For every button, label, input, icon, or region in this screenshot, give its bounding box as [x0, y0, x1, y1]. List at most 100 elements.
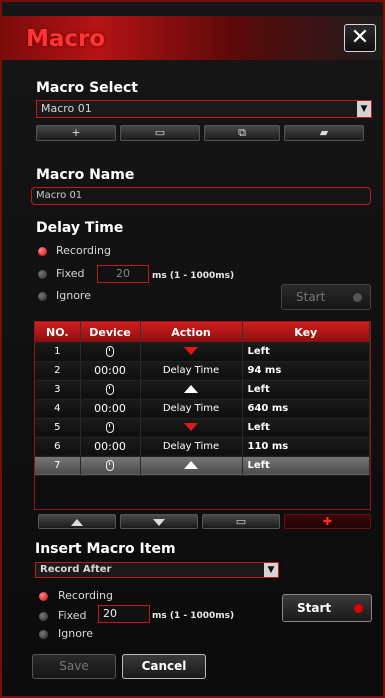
macro-events-grid: NO. Device Action Key 1 Left 2 00:00 Delay T… [34, 321, 371, 510]
table-row[interactable]: 5 Left [35, 418, 370, 438]
insert-ignore-radio[interactable] [38, 629, 49, 640]
delay-recording-label: Recording [56, 244, 112, 257]
table-row[interactable]: 4 00:00 Delay Time 640 ms [35, 399, 370, 419]
column-header-no: NO. [35, 322, 81, 342]
row-device-time: 00:00 [80, 399, 141, 419]
table-row[interactable]: 7 Left [35, 456, 370, 476]
row-action-text: Delay Time [140, 399, 243, 419]
macro-name-field[interactable]: Macro 01 [31, 187, 371, 205]
insert-range-text: ms (1 - 1000ms) [152, 611, 235, 621]
macro-select-heading: Macro Select [36, 80, 138, 96]
macro-name-heading: Macro Name [36, 167, 135, 183]
open-folder-button[interactable]: ▰ [284, 125, 364, 141]
insert-start-button[interactable]: Start [282, 594, 372, 622]
row-key: Left [242, 418, 370, 438]
delay-ignore-radio[interactable] [37, 291, 48, 302]
table-row[interactable]: 2 00:00 Delay Time 94 ms [35, 361, 370, 381]
add-macro-button[interactable]: + [36, 125, 116, 141]
row-number: 2 [35, 361, 81, 381]
insert-icon: ✚ [322, 515, 333, 528]
record-dot-icon [353, 293, 362, 302]
key-up-icon [140, 380, 243, 400]
mouse-icon [106, 459, 114, 471]
delay-ignore-label: Ignore [56, 289, 91, 302]
key-up-icon [140, 456, 243, 476]
mouse-icon [106, 383, 114, 395]
row-key: 94 ms [242, 361, 370, 381]
table-row[interactable]: 1 Left [35, 342, 370, 362]
row-number: 6 [35, 437, 81, 457]
move-up-icon [71, 518, 83, 526]
row-device-time: 00:00 [80, 361, 141, 381]
mouse-icon [80, 380, 141, 400]
macro-select-value: Macro 01 [41, 102, 92, 115]
cancel-button[interactable]: Cancel [122, 654, 206, 679]
arrow-down-icon [184, 423, 198, 431]
mouse-icon [106, 421, 114, 433]
mouse-icon [80, 418, 141, 438]
delay-time-heading: Delay Time [36, 220, 124, 236]
row-key: 640 ms [242, 399, 370, 419]
trash-icon: ▭ [154, 126, 166, 139]
key-down-icon [140, 342, 243, 362]
insert-recording-label: Recording [58, 589, 114, 602]
chevron-down-icon[interactable]: ▼ [264, 563, 278, 577]
move-down-button[interactable] [120, 514, 198, 529]
delete-item-button[interactable]: ▭ [202, 514, 280, 529]
insert-recording-radio[interactable] [38, 591, 49, 602]
delay-fixed-label: Fixed [56, 267, 85, 280]
chevron-down-icon[interactable]: ▼ [357, 101, 371, 117]
row-device-time: 00:00 [80, 437, 141, 457]
import-macro-button[interactable]: ⧉ [204, 125, 280, 141]
insert-item-button[interactable]: ✚ [284, 514, 371, 529]
delay-recording-radio[interactable] [37, 246, 48, 257]
row-key: 110 ms [242, 437, 370, 457]
row-action-text: Delay Time [140, 437, 243, 457]
window-title: Macro [26, 26, 106, 52]
row-key: Left [242, 380, 370, 400]
row-number: 1 [35, 342, 81, 362]
row-key: Left [242, 342, 370, 362]
delay-start-label: Start [296, 290, 326, 304]
column-header-action: Action [140, 322, 243, 342]
row-key: Left [242, 456, 370, 476]
insert-ignore-label: Ignore [58, 627, 93, 640]
delay-range-text: ms (1 - 1000ms) [152, 271, 235, 281]
trash-icon: ▭ [235, 515, 247, 528]
insert-fixed-input[interactable]: 20 [98, 605, 150, 623]
insert-mode-dropdown[interactable]: Record After ▼ [35, 562, 279, 578]
delete-macro-button[interactable]: ▭ [120, 125, 200, 141]
import-icon: ⧉ [238, 126, 246, 139]
column-header-key: Key [242, 322, 370, 342]
move-up-button[interactable] [38, 514, 116, 529]
row-action-text: Delay Time [140, 361, 243, 381]
delay-start-button[interactable]: Start [281, 284, 371, 310]
insert-fixed-label: Fixed [58, 609, 87, 622]
plus-icon: + [71, 126, 81, 139]
close-button[interactable]: ✕ [344, 24, 376, 52]
folder-icon: ▰ [319, 126, 329, 139]
mouse-icon [80, 456, 141, 476]
insert-mode-value: Record After [40, 564, 112, 575]
mouse-icon [106, 345, 114, 357]
delay-fixed-input[interactable]: 20 [97, 265, 149, 283]
column-header-device: Device [80, 322, 141, 342]
insert-item-heading: Insert Macro Item [35, 541, 176, 557]
arrow-up-icon [184, 461, 198, 469]
record-dot-icon [354, 604, 363, 613]
mouse-icon [80, 342, 141, 362]
row-number: 3 [35, 380, 81, 400]
macro-select-dropdown[interactable]: Macro 01 ▼ [36, 100, 372, 118]
move-down-icon [153, 518, 165, 526]
row-number: 5 [35, 418, 81, 438]
key-down-icon [140, 418, 243, 438]
row-number: 7 [35, 456, 81, 476]
arrow-down-icon [184, 346, 198, 355]
table-row[interactable]: 3 Left [35, 380, 370, 400]
arrow-up-icon [184, 385, 198, 393]
row-number: 4 [35, 399, 81, 419]
table-row[interactable]: 6 00:00 Delay Time 110 ms [35, 437, 370, 457]
save-button[interactable]: Save [32, 654, 116, 679]
delay-fixed-radio[interactable] [37, 269, 48, 280]
insert-fixed-radio[interactable] [38, 611, 49, 622]
